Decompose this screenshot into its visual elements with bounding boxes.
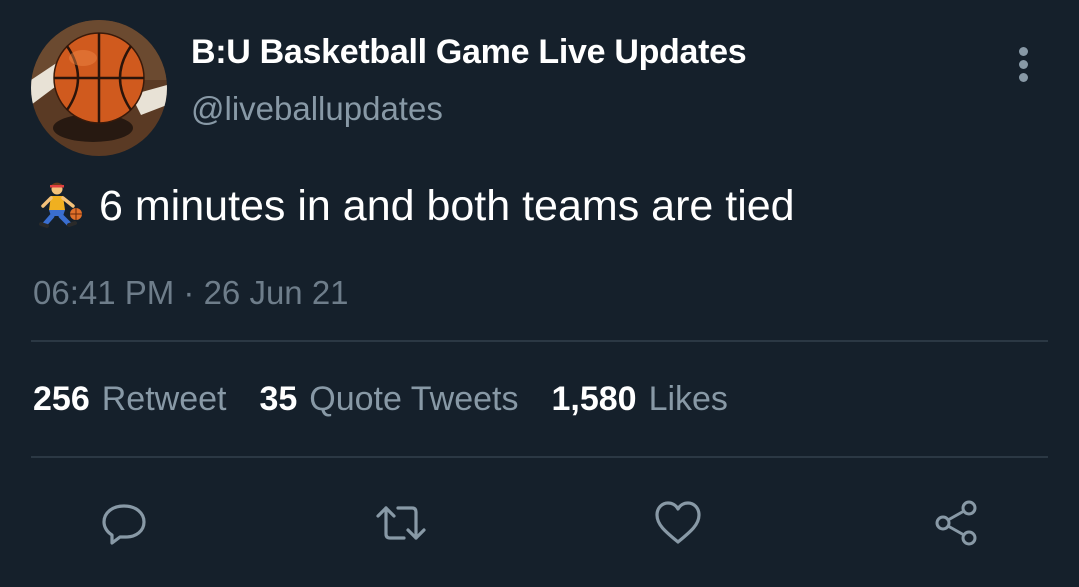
retweet-button[interactable] <box>374 496 428 550</box>
share-button[interactable] <box>930 496 984 550</box>
retweet-count-link[interactable]: 256 Retweet <box>33 380 226 419</box>
divider <box>31 456 1048 458</box>
tweet-date: 26 Jun 21 <box>203 274 349 311</box>
like-label: Likes <box>648 380 728 418</box>
like-count-link[interactable]: 1,580 Likes <box>551 380 727 419</box>
retweet-label: Retweet <box>101 380 227 418</box>
more-options-button[interactable] <box>1004 44 1044 84</box>
tweet-body: 6 minutes in and both teams are tied <box>33 180 795 232</box>
reply-button[interactable] <box>97 496 151 550</box>
display-name[interactable]: B:U Basketball Game Live Updates <box>191 33 747 72</box>
engagement-stats: 256 Retweet 35 Quote Tweets 1,580 Likes <box>33 380 761 419</box>
user-handle[interactable]: @liveballupdates <box>191 90 443 128</box>
more-dot-icon <box>1019 73 1028 82</box>
quote-label: Quote Tweets <box>309 380 519 418</box>
person-bouncing-ball-icon <box>39 182 82 228</box>
like-button[interactable] <box>651 496 705 550</box>
tweet-timestamp[interactable]: 06:41 PM · 26 Jun 21 <box>33 274 349 312</box>
share-icon <box>935 500 977 546</box>
more-dot-icon <box>1019 60 1028 69</box>
tweet-detail: B:U Basketball Game Live Updates @liveba… <box>0 0 1079 587</box>
tweet-time: 06:41 PM <box>33 274 175 311</box>
divider <box>31 340 1048 342</box>
retweet-count: 256 <box>33 380 90 418</box>
basketball-avatar-icon <box>31 20 167 156</box>
more-dot-icon <box>1019 47 1028 56</box>
tweet-text: 6 minutes in and both teams are tied <box>99 181 795 230</box>
heart-icon <box>655 501 701 544</box>
avatar[interactable] <box>31 20 167 156</box>
retweet-icon <box>376 506 426 540</box>
like-count: 1,580 <box>551 380 637 418</box>
reply-icon <box>102 504 146 545</box>
timestamp-separator: · <box>174 274 204 311</box>
quote-count: 35 <box>259 380 298 418</box>
quote-count-link[interactable]: 35 Quote Tweets <box>259 380 518 419</box>
